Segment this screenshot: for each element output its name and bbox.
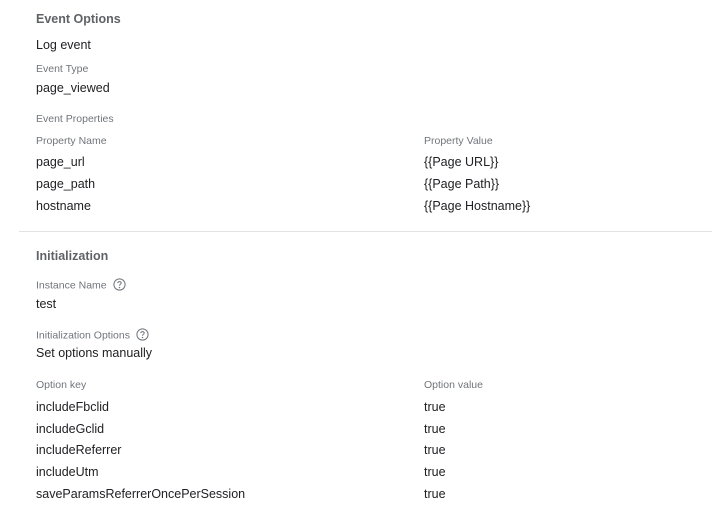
tag-type-value: Log event xyxy=(36,38,91,52)
property-name-cell: page_path xyxy=(36,177,96,191)
event-type-label: Event Type xyxy=(36,63,89,75)
option-value-cell: true xyxy=(424,422,446,436)
property-name-header: Property Name xyxy=(36,135,107,147)
option-value-cell: true xyxy=(424,400,446,414)
option-value-cell: true xyxy=(424,465,446,479)
section-divider xyxy=(19,231,712,232)
init-options-value: Set options manually xyxy=(36,346,153,360)
init-options-label-row: Initialization Options xyxy=(36,328,149,342)
option-value-cell: true xyxy=(424,487,446,501)
option-value-cell: true xyxy=(424,443,446,457)
option-key-header: Option key xyxy=(36,379,87,391)
option-key-cell: includeUtm xyxy=(36,465,99,479)
initialization-title: Initialization xyxy=(36,249,109,263)
option-key-cell: includeReferrer xyxy=(36,443,122,457)
option-key-cell: includeGclid xyxy=(36,422,105,436)
option-key-cell: includeFbclid xyxy=(36,400,109,414)
property-name-cell: hostname xyxy=(36,199,91,213)
property-value-header: Property Value xyxy=(424,135,493,147)
instance-name-value: test xyxy=(36,297,57,311)
instance-name-label: Instance Name xyxy=(36,279,107,292)
option-value-header: Option value xyxy=(424,379,483,391)
property-name-cell: page_url xyxy=(36,155,85,169)
init-options-label: Initialization Options xyxy=(36,329,130,342)
help-circle-icon[interactable] xyxy=(113,278,126,291)
help-circle-icon[interactable] xyxy=(136,328,149,341)
instance-name-label-row: Instance Name xyxy=(36,278,126,292)
event-type-value: page_viewed xyxy=(36,81,110,95)
event-options-title: Event Options xyxy=(36,12,121,26)
property-value-cell: {{Page Hostname}} xyxy=(424,199,531,213)
property-value-cell: {{Page Path}} xyxy=(424,177,500,191)
event-properties-label: Event Properties xyxy=(36,113,114,125)
option-key-cell: saveParamsReferrerOncePerSession xyxy=(36,487,246,501)
property-value-cell: {{Page URL}} xyxy=(424,155,499,169)
